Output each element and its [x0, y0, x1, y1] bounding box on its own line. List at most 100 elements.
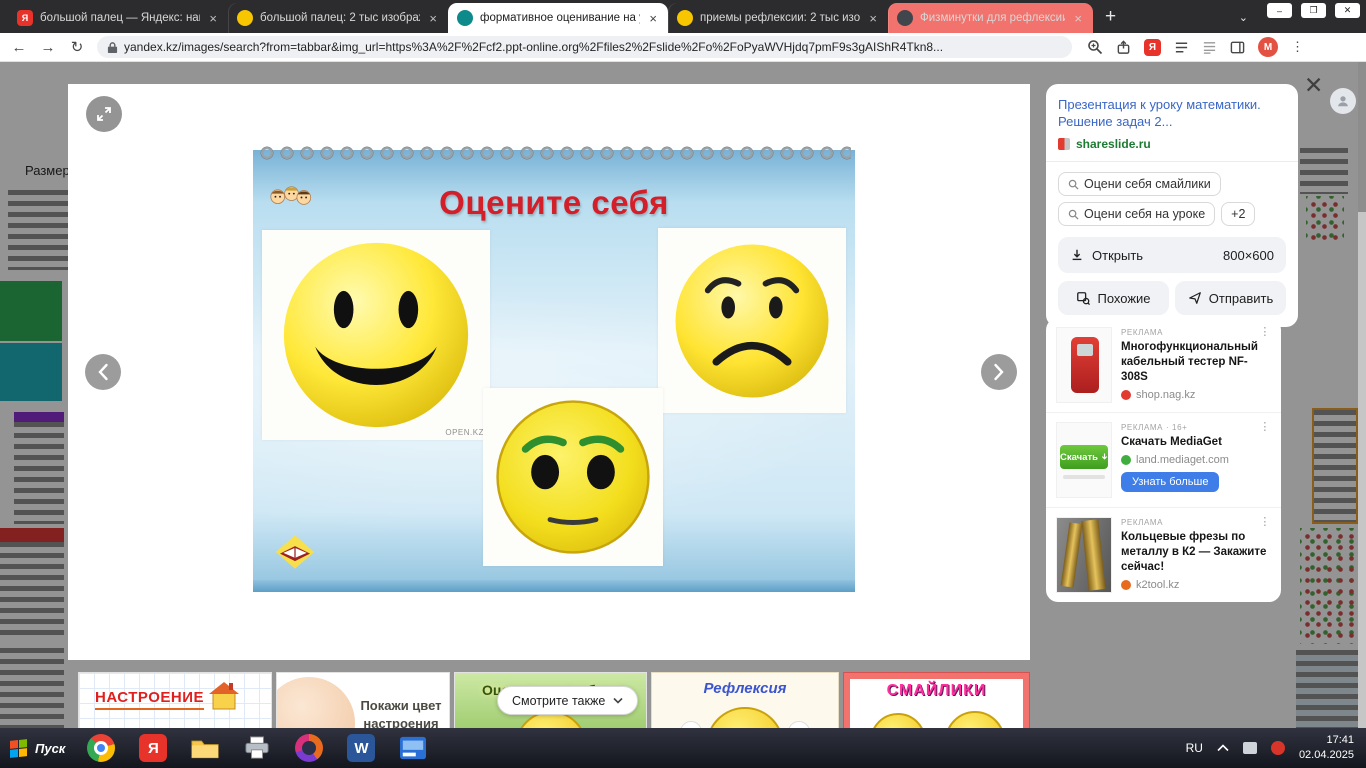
slide-image[interactable]: Оцените себя [253, 150, 855, 592]
side-panel-icon[interactable] [1230, 40, 1245, 55]
tray-expand-chevron-icon[interactable] [1217, 744, 1229, 752]
tray-antivirus-icon[interactable] [1271, 741, 1285, 755]
back-icon[interactable]: ← [10, 39, 28, 56]
browser-tab-5[interactable]: Физминутки для рефлексии × [888, 3, 1093, 33]
ad-card[interactable]: Скачать РЕКЛАМА · 16+ ⋮ Скачать MediaGet… [1046, 412, 1281, 507]
baby-face-image [276, 677, 355, 728]
ad-menu-kebab-icon[interactable]: ⋮ [1259, 422, 1271, 433]
scrollbar-thumb[interactable] [1358, 62, 1366, 212]
image-search-icon[interactable] [1087, 39, 1103, 55]
profile-avatar[interactable]: M [1258, 37, 1278, 57]
source-row[interactable]: shareslide.ru [1058, 137, 1286, 151]
query-chip[interactable]: Оцени себя на уроке [1058, 202, 1215, 226]
browser-tab-3-active[interactable]: формативное оценивание на ур × [448, 3, 668, 33]
next-image-button[interactable] [981, 354, 1017, 390]
media-app-icon[interactable] [399, 734, 427, 762]
ad-menu-kebab-icon[interactable]: ⋮ [1259, 517, 1271, 528]
ad-product-image[interactable]: Скачать [1056, 422, 1112, 498]
image-title-link[interactable]: Презентация к уроку математики. Решение … [1058, 96, 1286, 130]
browser-tab-4[interactable]: приемы рефлексии: 2 тыс изобр × [668, 3, 888, 33]
ad-site-row[interactable]: k2tool.kz [1121, 579, 1271, 591]
thumbnail-caption: Рефлексия [652, 680, 838, 697]
tab-title: приемы рефлексии: 2 тыс изобр [700, 12, 860, 24]
share-icon[interactable] [1116, 40, 1131, 55]
forward-icon[interactable]: → [39, 39, 57, 56]
ad-title[interactable]: Многофункциональный кабельный тестер NF-… [1121, 340, 1271, 385]
glove-hand-icon [680, 721, 702, 728]
tray-app-icon[interactable] [1243, 742, 1257, 754]
ad-title[interactable]: Кольцевые фрезы по металлу в К2 — Закажи… [1121, 530, 1271, 575]
ad-site-row[interactable]: land.mediaget.com [1121, 454, 1271, 466]
ad-card[interactable]: РЕКЛАМА ⋮ Многофункциональный кабельный … [1046, 318, 1281, 412]
watermark-text: OPEN.KZ [445, 428, 484, 437]
close-viewer-icon[interactable]: ✕ [1304, 74, 1323, 97]
restore-button[interactable]: ❐ [1301, 3, 1326, 18]
yandex-extension-icon[interactable]: Я [1144, 39, 1161, 56]
see-also-button[interactable]: Смотрите также [497, 686, 638, 715]
slide-bottom-band [253, 580, 855, 592]
ad-badge: РЕКЛАМА [1121, 518, 1163, 527]
tab-close-icon[interactable]: × [207, 11, 219, 26]
kids-clipart-icon [267, 184, 313, 214]
thumbnail-caption: Покажи цвет настроения [357, 697, 445, 728]
person-icon [1336, 94, 1350, 108]
query-chip[interactable]: Оцени себя смайлики [1058, 172, 1221, 196]
language-indicator[interactable]: RU [1186, 741, 1203, 755]
more-chips-chip[interactable]: +2 [1221, 202, 1255, 226]
ad-product-image[interactable] [1056, 327, 1112, 403]
related-thumbnail[interactable]: НАСТРОЕНИЕ [78, 672, 272, 728]
tab-close-icon[interactable]: × [1072, 11, 1084, 26]
reading-list-icon[interactable] [1202, 40, 1217, 55]
tab-search-chevron-icon[interactable]: ⌄ [1239, 11, 1248, 24]
tab-close-icon[interactable]: × [427, 11, 439, 26]
similar-images-button[interactable]: Похожие [1058, 281, 1169, 315]
ad-badge: РЕКЛАМА [1121, 328, 1163, 337]
related-thumbnail[interactable]: СМАЙЛИКИ [843, 672, 1030, 728]
related-thumbnail[interactable]: Покажи цвет настроения [276, 672, 450, 728]
minimize-button[interactable]: – [1267, 3, 1292, 18]
close-window-button[interactable]: ✕ [1335, 3, 1360, 18]
image-viewer-panel: Оцените себя [68, 84, 1030, 660]
source-favicon-icon [1058, 138, 1070, 150]
open-image-button[interactable]: Открыть 800×600 [1058, 237, 1286, 273]
browser-app-icon[interactable] [295, 734, 323, 762]
images-favicon-icon [457, 10, 473, 26]
start-label: Пуск [35, 741, 65, 756]
printer-icon[interactable] [243, 734, 271, 762]
browser-tab-1[interactable]: Я большой палец — Яндекс: нашё × [8, 3, 228, 33]
cable-tester-screen [1077, 344, 1093, 356]
folder-icon[interactable] [191, 734, 219, 762]
house-clipart-icon [205, 679, 245, 713]
related-thumbnail[interactable]: Рефлексия [651, 672, 839, 728]
chrome-icon[interactable] [87, 734, 115, 762]
ad-menu-kebab-icon[interactable]: ⋮ [1259, 327, 1271, 338]
download-button-label: Скачать [1060, 452, 1098, 463]
new-tab-button[interactable]: + [1105, 6, 1116, 28]
address-bar[interactable]: yandex.kz/images/search?from=tabbar&img_… [97, 36, 1072, 58]
ad-card[interactable]: РЕКЛАМА ⋮ Кольцевые фрезы по металлу в К… [1046, 507, 1281, 602]
spiral-binding [257, 141, 851, 165]
tab-close-icon[interactable]: × [647, 11, 659, 26]
thumbnail-caption: СМАЙЛИКИ [844, 682, 1029, 700]
word-icon[interactable]: W [347, 734, 375, 762]
yandex-browser-icon[interactable]: Я [139, 734, 167, 762]
start-button[interactable]: Пуск [0, 728, 81, 768]
ad-cta-button[interactable]: Узнать больше [1121, 472, 1219, 492]
tab-close-icon[interactable]: × [867, 11, 879, 26]
expand-arrows-icon [96, 106, 112, 122]
ad-site-host: shop.nag.kz [1136, 389, 1195, 401]
ad-site-favicon-icon [1121, 580, 1131, 590]
ad-site-row[interactable]: shop.nag.kz [1121, 389, 1271, 401]
bookmarks-list-icon[interactable] [1174, 40, 1189, 55]
expand-button[interactable] [86, 96, 122, 132]
clock[interactable]: 17:41 02.04.2025 [1299, 733, 1354, 763]
ad-title[interactable]: Скачать MediaGet [1121, 435, 1271, 450]
ad-product-image[interactable] [1056, 517, 1112, 593]
previous-image-button[interactable] [85, 354, 121, 390]
reload-icon[interactable]: ↻ [68, 38, 86, 56]
share-image-button[interactable]: Отправить [1175, 281, 1286, 315]
browser-tab-2[interactable]: большой палец: 2 тыс изображе × [228, 3, 448, 33]
page-scrollbar[interactable] [1358, 62, 1366, 728]
user-avatar[interactable] [1330, 88, 1356, 114]
menu-kebab-icon[interactable]: ⋮ [1291, 39, 1304, 55]
